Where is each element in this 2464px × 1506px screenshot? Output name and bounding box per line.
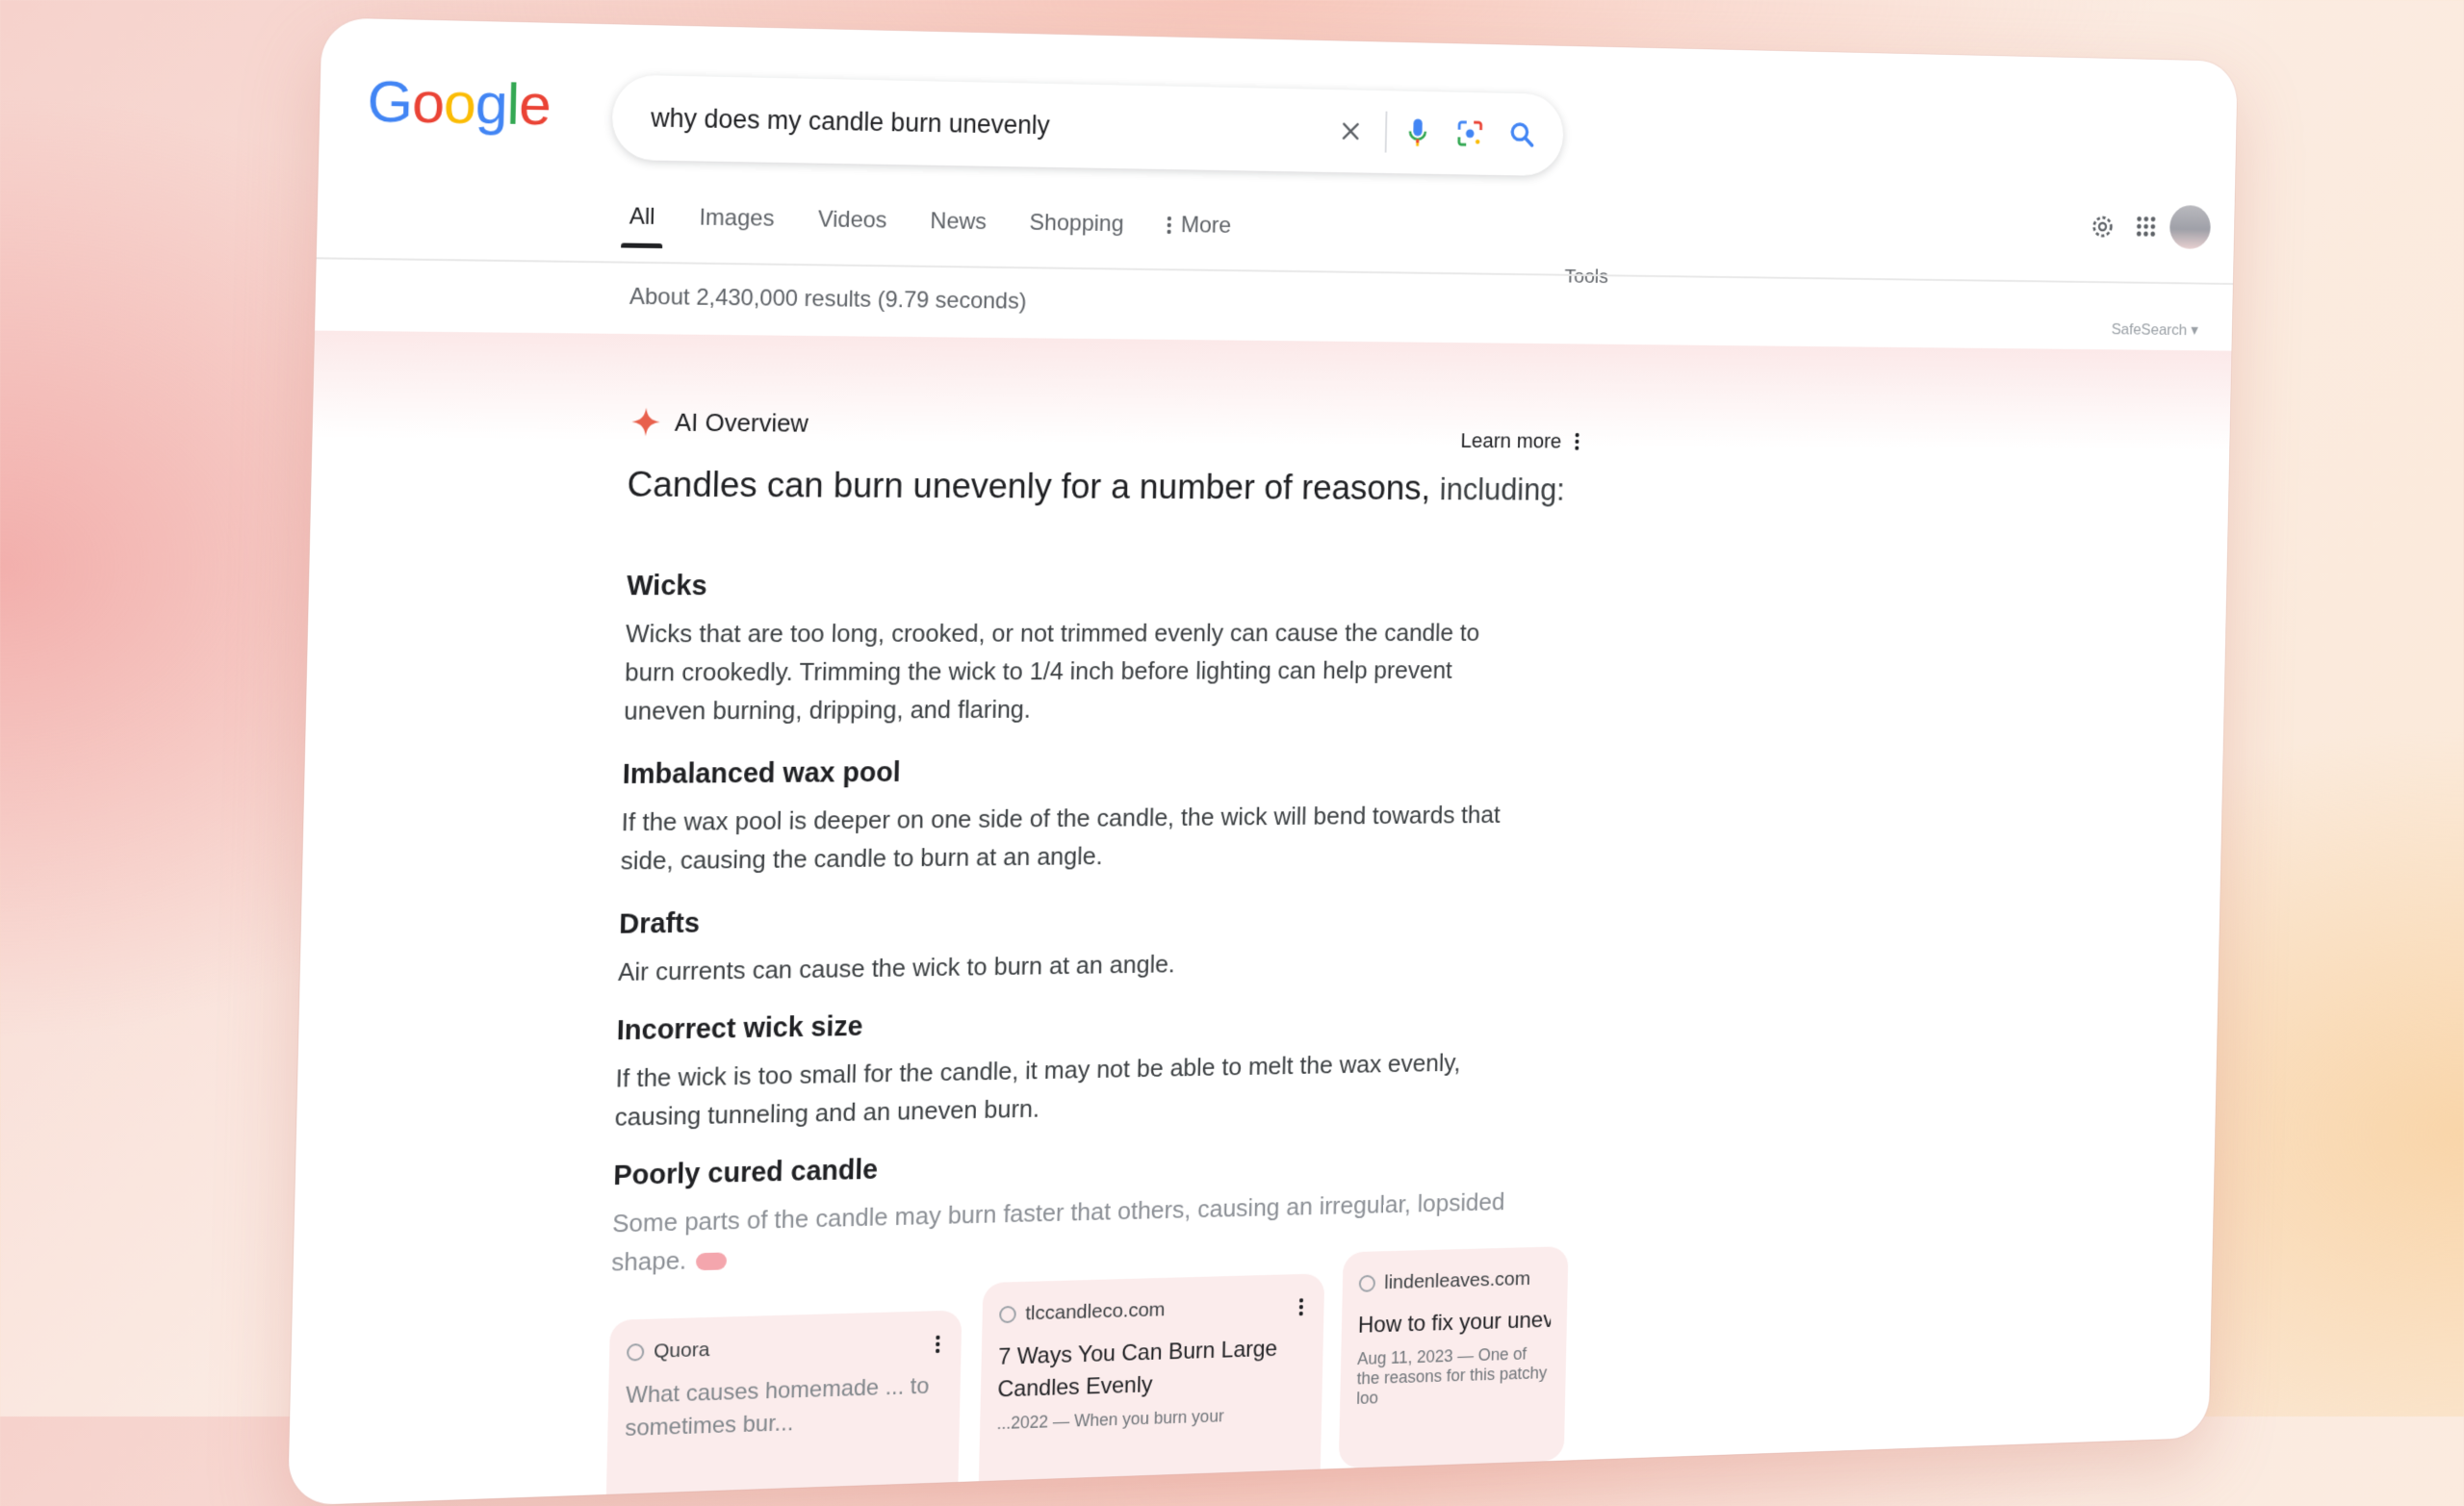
headline-main: Candles can burn unevenly for a number o… <box>627 464 1431 507</box>
section-text: If the wax pool is deeper on one side of… <box>620 800 1502 876</box>
source-card-tlccandleco[interactable]: tlccandleco.com 7 Ways You Can Burn Larg… <box>978 1273 1325 1503</box>
tab-shopping[interactable]: Shopping <box>1029 210 1123 255</box>
section-title: Wicks <box>626 571 707 602</box>
ai-overview-label: AI Overview <box>674 407 809 438</box>
collapse-icon[interactable] <box>696 1252 728 1271</box>
ai-section-wax-pool: Imbalanced wax pool If the wax pool is d… <box>620 753 1515 880</box>
tab-news[interactable]: News <box>930 208 987 252</box>
source-snippet: ...2022 — When you burn your <box>996 1406 1224 1434</box>
source-title: What causes homemade ... to sometimes bu… <box>625 1372 930 1442</box>
settings-gear-icon[interactable] <box>2090 213 2116 244</box>
clear-icon[interactable] <box>1328 109 1373 155</box>
account-avatar[interactable] <box>2169 205 2212 249</box>
result-stats: About 2,430,000 results (9.79 seconds) <box>629 283 1027 315</box>
section-text: Wicks that are too long, crooked, or not… <box>623 618 1480 726</box>
ai-overview-backdrop <box>312 330 2232 451</box>
search-bar[interactable]: why does my candle burn unevenly <box>611 74 1565 177</box>
more-vert-icon[interactable] <box>935 1334 940 1355</box>
source-card-quora[interactable]: Quora What causes homemade ... to someti… <box>604 1310 962 1506</box>
source-site: lindenleaves.com <box>1384 1267 1531 1294</box>
tab-videos[interactable]: Videos <box>817 206 887 251</box>
search-icon[interactable] <box>1500 112 1544 157</box>
search-tabs: All Images Videos News Shopping More <box>629 203 1232 256</box>
ai-section-wicks: Wicks Wicks that are too long, crooked, … <box>624 571 1519 730</box>
site-favicon-icon <box>999 1305 1016 1324</box>
more-vert-icon <box>1167 216 1171 235</box>
apps-grid-icon[interactable] <box>2134 214 2158 244</box>
google-logo[interactable]: Google <box>367 67 552 138</box>
section-title: Drafts <box>618 907 701 940</box>
source-card-lindenleaves[interactable]: lindenleaves.com How to fix your unever … <box>1338 1246 1569 1468</box>
learn-more-button[interactable]: Learn more <box>1460 428 1579 453</box>
search-divider <box>1384 111 1388 153</box>
lens-icon[interactable] <box>1448 111 1492 156</box>
source-title: How to fix your unever why you should ch… <box>1357 1305 1552 1339</box>
more-vert-icon[interactable] <box>1298 1296 1304 1317</box>
ai-section-drafts: Drafts Air currents can cause the wick t… <box>618 898 1512 991</box>
tab-more[interactable]: More <box>1166 212 1232 256</box>
site-favicon-icon <box>627 1342 645 1362</box>
browser-window: Google why does my candle burn unevenly … <box>288 17 2238 1506</box>
section-title: Poorly cured candle <box>612 1154 879 1192</box>
safesearch-label: SafeSearch <box>2111 320 2188 339</box>
section-text: If the wick is too small for the candle,… <box>614 1048 1461 1132</box>
ai-section-wick-size: Incorrect wick size If the wick is too s… <box>614 1001 1509 1136</box>
ai-overview-header: AI Overview <box>630 406 809 438</box>
tab-more-label: More <box>1180 212 1232 239</box>
microphone-icon[interactable] <box>1396 110 1440 156</box>
section-text: Air currents can cause the wick to burn … <box>617 949 1176 987</box>
source-title: 7 Ways You Can Burn Large Candles Evenly <box>997 1336 1278 1403</box>
source-snippet: Aug 11, 2023 — One of the reasons for th… <box>1356 1343 1548 1408</box>
source-site: tlccandleco.com <box>1025 1298 1166 1325</box>
more-vert-icon[interactable] <box>1574 431 1579 451</box>
ai-sparkle-icon <box>631 407 661 437</box>
safesearch-dropdown[interactable]: SafeSearch ▾ <box>2111 320 2198 340</box>
tab-images[interactable]: Images <box>699 205 775 250</box>
site-favicon-icon <box>1358 1274 1376 1292</box>
header-divider <box>316 257 2233 285</box>
source-site: Quora <box>653 1338 710 1363</box>
ai-overview-headline: Candles can burn unevenly for a number o… <box>627 465 1565 509</box>
section-title: Incorrect wick size <box>616 1010 863 1047</box>
search-input[interactable]: why does my candle burn unevenly <box>651 103 1329 145</box>
tools-button[interactable]: Tools <box>1564 266 1608 289</box>
tab-all[interactable]: All <box>629 203 655 248</box>
headline-sub: including: <box>1439 472 1566 507</box>
learn-more-label: Learn more <box>1460 428 1562 453</box>
section-title: Imbalanced wax pool <box>622 757 901 791</box>
